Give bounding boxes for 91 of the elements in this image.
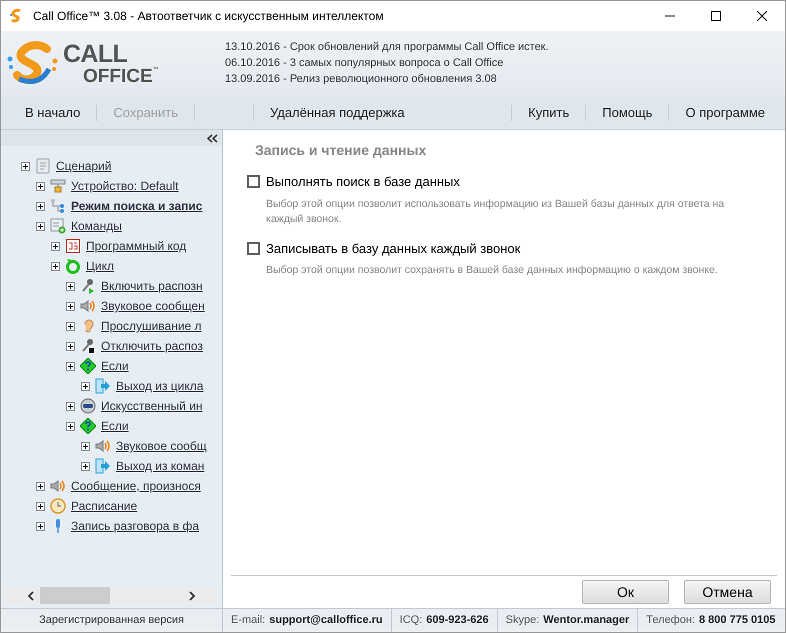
logo-text: CALL bbox=[63, 42, 128, 66]
tree-item[interactable]: Цикл bbox=[86, 257, 114, 275]
toolbar-button[interactable]: Купить bbox=[512, 96, 586, 129]
expand-icon[interactable] bbox=[36, 502, 45, 510]
section-title: Запись и чтение данных bbox=[254, 141, 428, 160]
speaker-icon bbox=[95, 438, 111, 454]
toolbar-button[interactable]: В начало bbox=[9, 96, 96, 129]
expand-icon[interactable] bbox=[81, 462, 90, 470]
expand-icon[interactable] bbox=[66, 402, 75, 410]
logo-text: OFFICE bbox=[83, 66, 153, 86]
question-icon bbox=[80, 358, 96, 374]
tree-item[interactable]: Выход из цикла bbox=[116, 377, 204, 395]
expand-icon[interactable] bbox=[66, 422, 75, 430]
nodes-icon bbox=[50, 198, 66, 214]
news-link[interactable]: 13.09.2016 - Релиз революционного обновления 3.08 bbox=[225, 72, 549, 87]
checkbox[interactable] bbox=[247, 242, 260, 255]
contact-value: Wentor.manager bbox=[543, 613, 630, 628]
contact-value: 609-923-626 bbox=[426, 613, 489, 628]
microphone-icon bbox=[80, 278, 96, 294]
contact-label: E-mail: bbox=[231, 613, 266, 628]
maximize-icon[interactable] bbox=[711, 11, 721, 21]
exit-icon bbox=[95, 378, 111, 394]
checkbox-label[interactable]: Выполнять поиск в базе данных bbox=[266, 172, 460, 192]
tree-item[interactable]: Сценарий bbox=[56, 157, 112, 175]
close-icon[interactable] bbox=[757, 11, 767, 21]
contact-label: ICQ: bbox=[400, 613, 422, 628]
robot-icon bbox=[80, 398, 96, 414]
expand-icon[interactable] bbox=[81, 442, 90, 450]
dialog-button[interactable]: Отмена bbox=[684, 580, 771, 604]
option-description: Выбор этой опции позволит сохранять в Вашей базе данных информацию о каждом звонке. bbox=[265, 263, 719, 278]
speaker-icon bbox=[80, 298, 96, 314]
expand-icon[interactable] bbox=[81, 382, 90, 390]
checkbox-label[interactable]: Записывать в базу данных каждый звонок bbox=[266, 238, 520, 258]
expand-icon[interactable] bbox=[36, 222, 45, 230]
expand-icon[interactable] bbox=[21, 162, 30, 170]
scroll-thumb[interactable] bbox=[40, 587, 110, 604]
tree-item[interactable]: Устройство: Default bbox=[71, 177, 178, 195]
question-icon bbox=[80, 418, 96, 434]
version-text: Зарегистрированная версия bbox=[39, 613, 184, 628]
tree-item[interactable]: Прослушивание л bbox=[101, 317, 202, 335]
collapse-icon[interactable] bbox=[207, 134, 218, 142]
tree-item[interactable]: Звуковое сообщ bbox=[116, 437, 207, 455]
checkbox[interactable] bbox=[247, 175, 260, 188]
expand-icon[interactable] bbox=[66, 322, 75, 330]
tree-item[interactable]: Сообщение, произнося bbox=[71, 477, 201, 495]
contact-value: 8 800 775 0105 bbox=[699, 613, 776, 628]
loop-icon bbox=[65, 258, 81, 274]
expand-icon[interactable] bbox=[36, 182, 45, 190]
tree-item[interactable]: Команды bbox=[71, 217, 122, 235]
script-icon bbox=[65, 238, 81, 254]
expand-icon[interactable] bbox=[36, 202, 45, 210]
speaker-icon bbox=[50, 478, 66, 494]
window-title: Call Office™ 3.08 - Автоответчик с искусственным интеллектом bbox=[33, 8, 384, 25]
scroll-right-icon[interactable] bbox=[187, 590, 197, 600]
list-add-icon bbox=[50, 218, 66, 234]
tree-item[interactable]: Включить распозн bbox=[101, 277, 203, 295]
dialog-button[interactable]: Ок bbox=[582, 580, 669, 604]
toolbar-button[interactable]: Помощь bbox=[586, 96, 668, 129]
contact-value: support@calloffice.ru bbox=[269, 613, 383, 628]
tree-item[interactable]: Запись разговора в фа bbox=[71, 517, 200, 535]
expand-icon[interactable] bbox=[66, 302, 75, 310]
expand-icon[interactable] bbox=[36, 482, 45, 490]
tree-item[interactable]: Расписание bbox=[71, 497, 138, 515]
tree-item[interactable]: Программный код bbox=[86, 237, 186, 255]
scroll-left-icon[interactable] bbox=[26, 590, 36, 600]
expand-icon[interactable] bbox=[36, 522, 45, 530]
tree-item[interactable]: Режим поиска и запис bbox=[71, 197, 202, 215]
tree-item[interactable]: Искусственный ин bbox=[101, 397, 203, 415]
expand-icon[interactable] bbox=[66, 362, 75, 370]
tree-item[interactable]: Если bbox=[101, 357, 129, 375]
expand-icon[interactable] bbox=[51, 242, 60, 250]
contact-label: Телефон: bbox=[646, 613, 695, 628]
clock-icon bbox=[50, 498, 66, 514]
news-link[interactable]: 06.10.2016 - 3 самых популярных вопроса о Call Office bbox=[225, 56, 549, 71]
tree-item[interactable]: Отключить распоз bbox=[101, 337, 203, 355]
tree-item[interactable]: Если bbox=[101, 417, 129, 435]
news-link[interactable]: 13.10.2016 - Срок обновлений для программы Call Office истек. bbox=[225, 40, 549, 55]
expand-icon[interactable] bbox=[66, 282, 75, 290]
expand-icon[interactable] bbox=[51, 262, 60, 270]
document-icon bbox=[35, 158, 51, 174]
toolbar-button[interactable]: О программе bbox=[669, 96, 781, 129]
microphone-icon bbox=[80, 338, 96, 354]
tree-item[interactable]: Звуковое сообщен bbox=[101, 297, 205, 315]
toolbar-button[interactable]: Удалённая поддержка bbox=[254, 96, 421, 129]
expand-icon[interactable] bbox=[66, 342, 75, 350]
tree-item[interactable]: Выход из коман bbox=[116, 457, 204, 475]
horizontal-scrollbar[interactable] bbox=[6, 587, 217, 604]
contact-label: Skype: bbox=[506, 613, 540, 628]
server-icon bbox=[50, 178, 66, 194]
exit-icon bbox=[95, 458, 111, 474]
option-description: Выбор этой опции позволит использовать информацию из Вашей базы данных для ответа на каждый звонок. bbox=[265, 196, 726, 226]
